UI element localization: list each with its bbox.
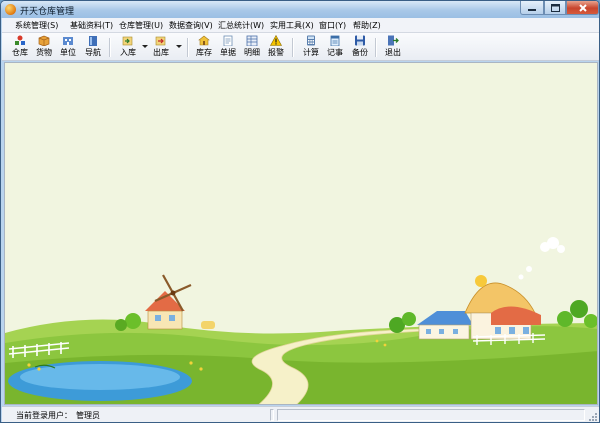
- exit-button[interactable]: 退出: [385, 35, 401, 60]
- goods-button[interactable]: 货物: [36, 35, 52, 60]
- toolbar-separator: [292, 38, 293, 57]
- stock-in-label: 入库: [120, 48, 136, 57]
- nav-button[interactable]: 导航: [85, 35, 101, 60]
- documents-button[interactable]: 单据: [220, 35, 236, 60]
- goods-label: 货物: [36, 48, 52, 57]
- inventory-button[interactable]: 库存: [196, 35, 212, 60]
- warning-icon: [270, 35, 282, 46]
- calculator-icon: [305, 35, 317, 46]
- floppy-disk-icon: [354, 35, 366, 46]
- maximize-button[interactable]: [544, 1, 566, 15]
- app-icon[interactable]: [5, 4, 16, 15]
- document-icon: [222, 35, 234, 46]
- calculator-label: 计算: [303, 48, 319, 57]
- nav-label: 导航: [85, 48, 101, 57]
- minimize-icon: [528, 8, 536, 11]
- menu-warehouse-mgmt[interactable]: 仓库管理(U): [119, 20, 163, 31]
- stock-out-dropdown-icon[interactable]: [176, 44, 182, 50]
- backup-label: 备份: [352, 48, 368, 57]
- menu-basic-data[interactable]: 基础资料(T): [70, 20, 113, 31]
- menu-window[interactable]: 窗口(Y): [319, 20, 346, 31]
- window-title: 开天仓库管理: [20, 7, 75, 17]
- documents-label: 单据: [220, 48, 236, 57]
- details-icon: [246, 35, 258, 46]
- warehouse-icon: [14, 35, 26, 46]
- toolbar-separator: [109, 38, 110, 57]
- status-user-value: 管理员: [76, 411, 100, 420]
- status-pane-divider: [270, 409, 274, 421]
- stock-out-label: 出库: [153, 48, 169, 57]
- menu-summary-stats[interactable]: 汇总统计(W): [218, 20, 264, 31]
- notes-label: 记事: [327, 48, 343, 57]
- main-window: 开天仓库管理 系统管理(S) 基础资料(T) 仓库管理(U) 数据查询(V) 汇…: [0, 0, 600, 423]
- menu-bar: 系统管理(S) 基础资料(T) 仓库管理(U) 数据查询(V) 汇总统计(W) …: [2, 18, 599, 33]
- resize-grip-icon[interactable]: [588, 412, 597, 421]
- warehouse-button[interactable]: 仓库: [12, 35, 28, 60]
- inventory-label: 库存: [196, 48, 212, 57]
- alarm-button[interactable]: 报警: [268, 35, 284, 60]
- toolbar: 仓库 货物 单位 导航 入库 出库 库存 单据 明细 报警 计算 记事 备份 退…: [2, 33, 599, 61]
- workspace-background: [4, 62, 598, 405]
- status-user-text: 当前登录用户： 管理员: [16, 410, 100, 421]
- status-pane: [277, 409, 585, 421]
- maximize-icon: [550, 3, 560, 12]
- menu-data-query[interactable]: 数据查询(V): [169, 20, 213, 31]
- stock-in-button[interactable]: 入库: [120, 35, 136, 60]
- inventory-icon: [198, 35, 210, 46]
- stock-out-button[interactable]: 出库: [153, 35, 169, 60]
- exit-door-icon: [387, 35, 399, 46]
- toolbar-separator: [375, 38, 376, 57]
- notepad-icon: [329, 35, 341, 46]
- toolbar-separator: [187, 38, 188, 57]
- menu-help[interactable]: 帮助(Z): [353, 20, 381, 31]
- notes-button[interactable]: 记事: [327, 35, 343, 60]
- unit-icon: [62, 35, 74, 46]
- menu-system[interactable]: 系统管理(S): [15, 20, 58, 31]
- unit-label: 单位: [60, 48, 76, 57]
- close-icon: [578, 3, 587, 12]
- status-user-label: 当前登录用户：: [16, 411, 72, 420]
- box-icon: [38, 35, 50, 46]
- backup-button[interactable]: 备份: [352, 35, 368, 60]
- exit-label: 退出: [385, 48, 401, 57]
- title-bar[interactable]: 开天仓库管理: [1, 1, 599, 18]
- landscape-illustration: [5, 63, 597, 404]
- status-bar: 当前登录用户： 管理员: [2, 406, 599, 422]
- warehouse-label: 仓库: [12, 48, 28, 57]
- calculator-button[interactable]: 计算: [303, 35, 319, 60]
- nav-icon: [87, 35, 99, 46]
- stock-out-icon: [155, 35, 167, 46]
- unit-button[interactable]: 单位: [60, 35, 76, 60]
- details-label: 明细: [244, 48, 260, 57]
- close-button[interactable]: [566, 1, 599, 15]
- minimize-button[interactable]: [520, 1, 544, 15]
- alarm-label: 报警: [268, 48, 284, 57]
- details-button[interactable]: 明细: [244, 35, 260, 60]
- stock-in-icon: [122, 35, 134, 46]
- menu-tools[interactable]: 实用工具(X): [270, 20, 314, 31]
- stock-in-dropdown-icon[interactable]: [142, 44, 148, 50]
